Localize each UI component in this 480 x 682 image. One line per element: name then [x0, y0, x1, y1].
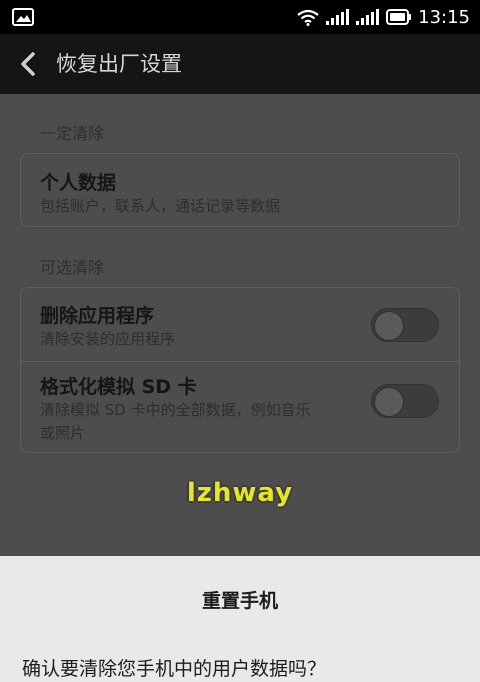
list-item-format-sd[interactable]: 格式化模拟 SD 卡 清除模拟 SD 卡中的全部数据，例如音乐 或照片 [21, 362, 461, 454]
list-item-personal-data: 个人数据 包括账户，联系人，通话记录等数据 [21, 154, 461, 228]
item-subtitle-line1: 清除模拟 SD 卡中的全部数据，例如音乐 [40, 401, 311, 419]
item-subtitle: 清除安装的应用程序 [40, 330, 176, 348]
settings-content: 一定清除 个人数据 包括账户，联系人，通话记录等数据 可选清除 删除应用程序 清… [0, 94, 480, 556]
clock: 13:15 [418, 6, 470, 28]
reset-dialog: 重置手机 确认要清除您手机中的用户数据吗？ [0, 556, 480, 682]
format-sd-toggle[interactable] [371, 384, 439, 418]
item-title: 删除应用程序 [40, 305, 155, 327]
app-bar: 恢复出厂设置 [0, 34, 480, 94]
required-card: 个人数据 包括账户，联系人，通话记录等数据 [20, 153, 460, 227]
signal-icon-2 [356, 9, 380, 25]
list-item-delete-apps[interactable]: 删除应用程序 清除安装的应用程序 [21, 288, 461, 362]
battery-icon [386, 9, 412, 25]
toggle-knob [374, 387, 404, 417]
delete-apps-toggle[interactable] [371, 308, 439, 342]
item-subtitle: 包括账户，联系人，通话记录等数据 [40, 197, 281, 215]
gallery-notification-icon [12, 8, 34, 26]
dialog-title: 重置手机 [201, 590, 278, 612]
wifi-icon [297, 9, 319, 26]
section-label-optional: 可选清除 [40, 258, 105, 277]
item-title: 格式化模拟 SD 卡 [40, 376, 197, 398]
watermark: lzhway [186, 478, 294, 508]
signal-icon-1 [326, 9, 350, 25]
dialog-message: 确认要清除您手机中的用户数据吗？ [22, 658, 327, 680]
page-title: 恢复出厂设置 [56, 52, 182, 76]
status-icons: 13:15 [296, 0, 470, 34]
toggle-knob [374, 311, 404, 341]
item-subtitle-line2: 或照片 [40, 424, 86, 442]
status-bar: 13:15 [0, 0, 480, 34]
back-arrow-icon[interactable] [14, 49, 44, 79]
optional-card: 删除应用程序 清除安装的应用程序 格式化模拟 SD 卡 清除模拟 SD 卡中的全… [20, 287, 461, 454]
section-label-required: 一定清除 [40, 124, 105, 143]
item-title: 个人数据 [40, 172, 117, 194]
